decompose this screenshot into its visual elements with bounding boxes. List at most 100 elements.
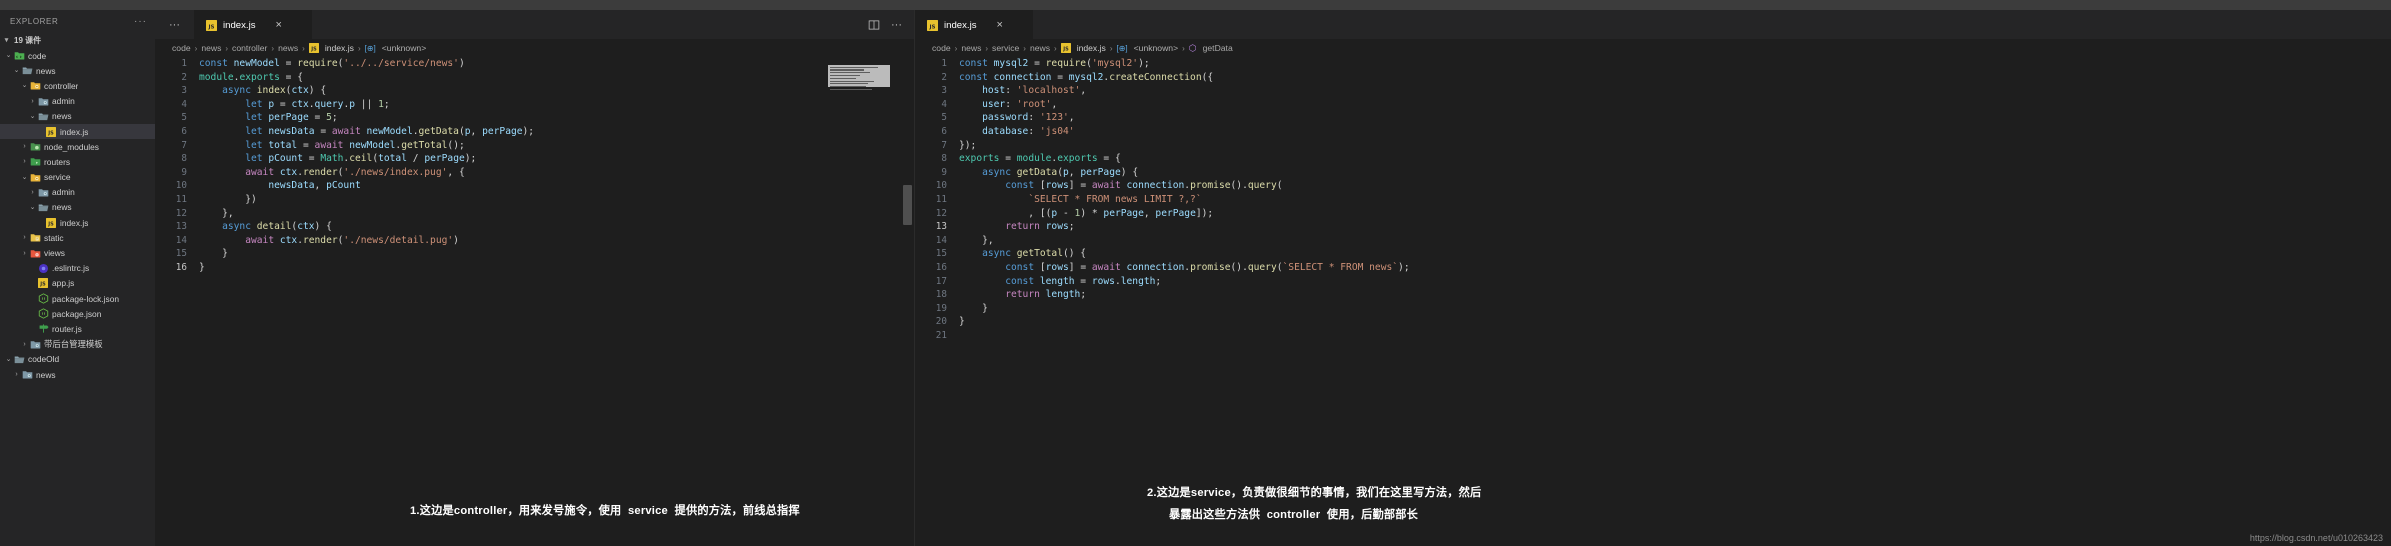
right-tab-index-js[interactable]: JS index.js × [915, 10, 1033, 39]
breadcrumb-item[interactable]: controller [232, 43, 267, 53]
code-line-source[interactable]: newsData, pCount [199, 179, 914, 193]
code-line-source[interactable]: host: 'localhost', [959, 84, 2391, 98]
left-vertical-scrollbar[interactable] [901, 57, 914, 546]
breadcrumb-item[interactable]: code [932, 43, 951, 53]
code-line[interactable]: 19 } [915, 302, 2391, 316]
tree-item-news[interactable]: ⌄ news [0, 200, 155, 215]
left-breadcrumb[interactable]: code › news › controller › news › JS index.js › [⊕]… [155, 39, 914, 57]
tree-item-views[interactable]: › views [0, 245, 155, 260]
code-line[interactable]: 1 const mysql2 = require('mysql2'); [915, 57, 2391, 71]
tree-item-router.js[interactable]: router.js [0, 321, 155, 336]
code-line[interactable]: 7}); [915, 139, 2391, 153]
tree-item-news[interactable]: ⌄ news [0, 63, 155, 78]
code-line-source[interactable]: const newModel = require('../../service/… [199, 57, 914, 71]
code-line[interactable]: 5 password: '123', [915, 111, 2391, 125]
code-line-source[interactable]: , [(p - 1) * perPage, perPage]); [959, 207, 2391, 221]
file-tree[interactable]: ⌄ code ⌄ news ⌄ controller › admin ⌄ news JS index.… [0, 48, 155, 546]
code-line-source[interactable]: module.exports = { [199, 71, 914, 85]
code-line[interactable]: 15 async getTotal() { [915, 247, 2391, 261]
explorer-folder-section[interactable]: ▾ 19 课件 [0, 32, 155, 48]
code-line-source[interactable]: }); [959, 139, 2391, 153]
code-line[interactable]: 6 database: 'js04' [915, 125, 2391, 139]
code-line[interactable]: 18 return length; [915, 288, 2391, 302]
code-line[interactable]: 3 async index(ctx) { [155, 84, 914, 98]
code-line-source[interactable]: const [rows] = await connection.promise(… [959, 261, 2391, 275]
code-line-source[interactable]: password: '123', [959, 111, 2391, 125]
code-line-source[interactable]: const connection = mysql2.createConnecti… [959, 71, 2391, 85]
code-line-source[interactable]: const [rows] = await connection.promise(… [959, 179, 2391, 193]
code-line[interactable]: 7 let total = await newModel.getTotal(); [155, 139, 914, 153]
code-line-source[interactable]: async getTotal() { [959, 247, 2391, 261]
code-line-source[interactable]: async detail(ctx) { [199, 220, 914, 234]
tree-item-[interactable]: › 带后台管理模板 [0, 337, 155, 352]
tree-item-app.js[interactable]: JS app.js [0, 276, 155, 291]
left-tabbar-overflow-icon[interactable]: ··· [155, 10, 194, 39]
tree-item-news[interactable]: ⌄ news [0, 109, 155, 124]
code-line-source[interactable]: } [199, 247, 914, 261]
code-line-source[interactable]: const mysql2 = require('mysql2'); [959, 57, 2391, 71]
code-line[interactable]: 4 user: 'root', [915, 98, 2391, 112]
code-line[interactable]: 1 const newModel = require('../../service… [155, 57, 914, 71]
tree-item-node_modules[interactable]: › node_modules [0, 139, 155, 154]
close-icon[interactable]: × [997, 19, 1003, 31]
code-line[interactable]: 15 } [155, 247, 914, 261]
code-line-source[interactable]: } [959, 302, 2391, 316]
tree-item-.eslintrc.js[interactable]: .eslintrc.js [0, 261, 155, 276]
code-line[interactable]: 6 let newsData = await newModel.getData(… [155, 125, 914, 139]
breadcrumb-item[interactable]: news [201, 43, 221, 53]
code-line[interactable]: 9 await ctx.render('./news/index.pug', { [155, 166, 914, 180]
tree-item-codeOld[interactable]: ⌄ codeOld [0, 352, 155, 367]
code-line-source[interactable]: database: 'js04' [959, 125, 2391, 139]
tree-item-index.js[interactable]: JS index.js [0, 215, 155, 230]
code-line[interactable]: 17 const length = rows.length; [915, 275, 2391, 289]
code-line-source[interactable]: async index(ctx) { [199, 84, 914, 98]
tree-item-admin[interactable]: › admin [0, 185, 155, 200]
code-line[interactable]: 3 host: 'localhost', [915, 84, 2391, 98]
code-line[interactable]: 11 }) [155, 193, 914, 207]
code-line-source[interactable]: return length; [959, 288, 2391, 302]
code-line-source[interactable]: let p = ctx.query.p || 1; [199, 98, 914, 112]
right-vertical-scrollbar[interactable] [2378, 57, 2391, 546]
code-line[interactable]: 16 const [rows] = await connection.promi… [915, 261, 2391, 275]
code-line-source[interactable]: let perPage = 5; [199, 111, 914, 125]
code-line[interactable]: 13 async detail(ctx) { [155, 220, 914, 234]
code-line-source[interactable]: }, [199, 207, 914, 221]
code-line-source[interactable]: await ctx.render('./news/index.pug', { [199, 166, 914, 180]
code-line[interactable]: 13 return rows; [915, 220, 2391, 234]
code-line-source[interactable]: } [199, 261, 914, 275]
breadcrumb-item[interactable]: index.js [325, 43, 354, 53]
breadcrumb-item[interactable]: index.js [1077, 43, 1106, 53]
code-line[interactable]: 4 let p = ctx.query.p || 1; [155, 98, 914, 112]
left-tab-index-js[interactable]: JS index.js × [194, 10, 312, 39]
left-code-area[interactable]: 1 const newModel = require('../../service… [155, 57, 914, 546]
split-editor-icon[interactable] [868, 19, 880, 31]
code-line[interactable]: 2 const connection = mysql2.createConnect… [915, 71, 2391, 85]
code-line[interactable]: 8 let pCount = Math.ceil(total / perPage… [155, 152, 914, 166]
breadcrumb-item[interactable]: news [961, 43, 981, 53]
code-line-source[interactable]: async getData(p, perPage) { [959, 166, 2391, 180]
code-line-source[interactable]: } [959, 315, 2391, 329]
right-breadcrumb[interactable]: code › news › service › news › JS index.js › [⊕] <un… [915, 39, 2391, 57]
code-line[interactable]: 11 `SELECT * FROM news LIMIT ?,?` [915, 193, 2391, 207]
explorer-more-icon[interactable]: ··· [134, 16, 147, 27]
breadcrumb-item[interactable]: <unknown> [1134, 43, 1178, 53]
tree-item-admin[interactable]: › admin [0, 94, 155, 109]
code-line[interactable]: 14 await ctx.render('./news/detail.pug') [155, 234, 914, 248]
code-line[interactable]: 8 exports = module.exports = { [915, 152, 2391, 166]
code-line[interactable]: 14 }, [915, 234, 2391, 248]
code-line[interactable]: 12 }, [155, 207, 914, 221]
tree-item-service[interactable]: ⌄ service [0, 170, 155, 185]
code-line[interactable]: 20} [915, 315, 2391, 329]
code-line-source[interactable]: }) [199, 193, 914, 207]
code-line-source[interactable]: `SELECT * FROM news LIMIT ?,?` [959, 193, 2391, 207]
tree-item-news[interactable]: › news [0, 367, 155, 382]
code-line[interactable]: 2 module.exports = { [155, 71, 914, 85]
breadcrumb-item[interactable]: <unknown> [382, 43, 426, 53]
breadcrumb-item[interactable]: code [172, 43, 191, 53]
code-line-source[interactable]: let pCount = Math.ceil(total / perPage); [199, 152, 914, 166]
tree-item-routers[interactable]: › routers [0, 154, 155, 169]
breadcrumb-item[interactable]: news [278, 43, 298, 53]
code-line[interactable]: 21 [915, 329, 2391, 343]
code-line[interactable]: 12 , [(p - 1) * perPage, perPage]); [915, 207, 2391, 221]
code-line[interactable]: 5 let perPage = 5; [155, 111, 914, 125]
